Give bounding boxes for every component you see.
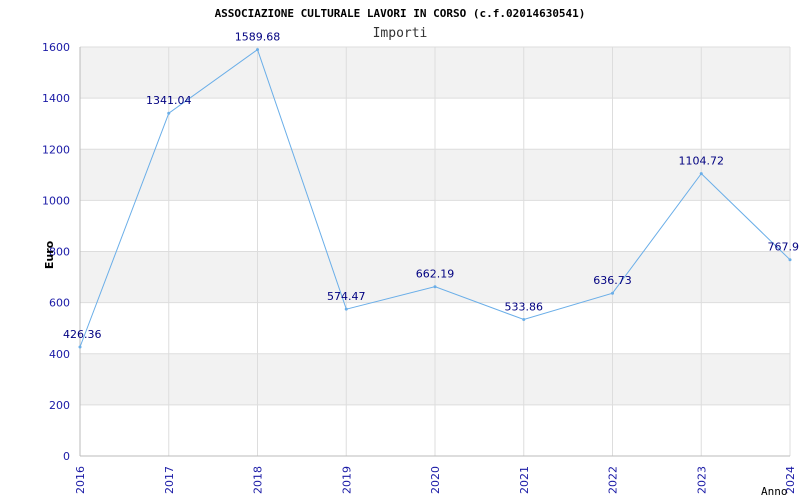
data-point xyxy=(522,318,526,322)
data-label: 1589.68 xyxy=(235,31,281,44)
x-tick-label: 2017 xyxy=(163,466,176,494)
x-tick-label: 2016 xyxy=(74,466,87,494)
x-axis-label: Anno xyxy=(761,485,788,498)
x-tick-label: 2020 xyxy=(429,466,442,494)
data-label: 1341.04 xyxy=(146,94,192,107)
y-tick-label: 1400 xyxy=(42,92,70,105)
y-tick-label: 200 xyxy=(49,399,70,412)
y-tick-label: 1000 xyxy=(42,194,70,207)
data-label: 662.19 xyxy=(416,268,455,281)
x-tick-label: 2022 xyxy=(607,466,620,494)
data-point xyxy=(788,258,792,262)
y-tick-label: 1200 xyxy=(42,143,70,156)
y-tick-label: 0 xyxy=(63,450,70,463)
x-ticks: 2016 2017 2018 2019 2020 2021 2022 2023 2024 xyxy=(74,466,797,494)
y-tick-label: 1600 xyxy=(42,41,70,54)
y-tick-label: 600 xyxy=(49,297,70,310)
data-label: 533.86 xyxy=(505,301,544,314)
x-tick-label: 2021 xyxy=(518,466,531,494)
data-point xyxy=(344,307,348,311)
data-label: 426.36 xyxy=(63,328,102,341)
data-point xyxy=(433,285,437,289)
x-tick-label: 2019 xyxy=(340,466,353,494)
data-point xyxy=(611,291,614,295)
data-label: 574.47 xyxy=(327,290,366,303)
data-point xyxy=(699,172,703,176)
data-label: 636.73 xyxy=(593,274,632,287)
data-point xyxy=(78,345,82,349)
y-axis-label: Euro xyxy=(43,240,56,269)
chart-title: ASSOCIAZIONE CULTURALE LAVORI IN CORSO (… xyxy=(215,7,586,20)
chart-subtitle: Importi xyxy=(373,26,428,41)
data-point xyxy=(256,48,259,52)
x-tick-label: 2023 xyxy=(695,466,708,494)
data-label: 767.9 xyxy=(768,241,800,254)
line-chart: ASSOCIAZIONE CULTURALE LAVORI IN CORSO (… xyxy=(42,7,800,498)
data-label: 1104.72 xyxy=(679,155,725,168)
data-point xyxy=(167,111,171,115)
y-tick-label: 400 xyxy=(49,348,70,361)
x-tick-label: 2018 xyxy=(252,466,265,494)
